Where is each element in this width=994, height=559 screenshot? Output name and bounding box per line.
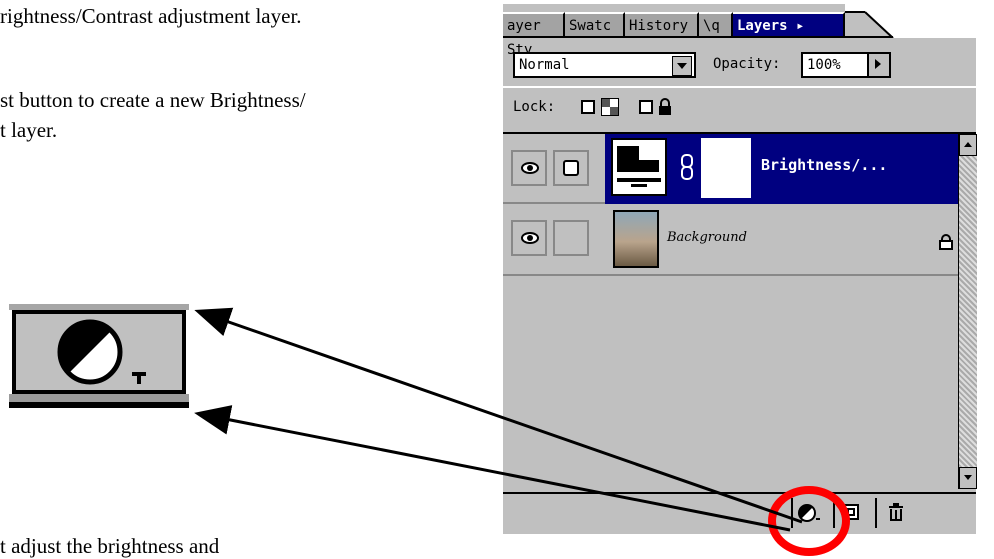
layer-link-slot[interactable] bbox=[553, 220, 589, 256]
doc-text-line-2: st button to create a new Brightness/ bbox=[0, 88, 306, 112]
tab-swatches[interactable]: Swatc bbox=[565, 12, 625, 36]
doc-text-line-1: rightness/Contrast adjustment layer. bbox=[0, 4, 302, 28]
doc-text-line-3: t layer. bbox=[0, 118, 58, 142]
eye-icon bbox=[521, 232, 539, 244]
dropdown-arrow-icon[interactable] bbox=[672, 56, 692, 76]
lock-icon bbox=[939, 234, 953, 250]
link-chain-icon[interactable] bbox=[681, 154, 693, 182]
palette-bottom-bar bbox=[503, 492, 976, 534]
visibility-toggle[interactable] bbox=[511, 220, 547, 256]
lock-transparency-checkbox[interactable] bbox=[581, 100, 595, 114]
lock-icon bbox=[659, 98, 671, 115]
eye-icon bbox=[521, 162, 539, 174]
layer-row-background[interactable]: Background bbox=[503, 204, 958, 276]
tab-layer-style[interactable]: ayer Sty bbox=[503, 12, 565, 58]
opacity-slider-arrow-icon[interactable] bbox=[867, 52, 891, 78]
visibility-toggle[interactable] bbox=[511, 150, 547, 186]
tab-edge-notch bbox=[845, 4, 976, 38]
layers-palette: ayer Sty Swatc History \q Layers ▸ Norma… bbox=[503, 4, 977, 534]
opacity-field[interactable]: 100% bbox=[801, 52, 891, 78]
lock-label: Lock: bbox=[513, 99, 556, 115]
opacity-label: Opacity: bbox=[713, 56, 781, 72]
layers-scrollbar[interactable] bbox=[958, 134, 977, 489]
opacity-value: 100% bbox=[807, 57, 841, 73]
layer-mask-thumbnail bbox=[701, 138, 751, 198]
scroll-up-arrow-icon[interactable] bbox=[959, 134, 977, 156]
layer-name: Background bbox=[667, 230, 747, 245]
highlight-circle bbox=[768, 486, 850, 556]
background-photo-thumbnail bbox=[613, 210, 659, 268]
blend-mode-value: Normal bbox=[519, 57, 570, 73]
lock-pixels-icon bbox=[601, 98, 619, 116]
scroll-down-arrow-icon[interactable] bbox=[959, 467, 977, 489]
zoomed-adjustment-button bbox=[9, 304, 189, 410]
blend-mode-select[interactable]: Normal bbox=[513, 52, 696, 78]
palette-tabs: ayer Sty Swatc History \q Layers ▸ bbox=[503, 4, 976, 58]
trash-icon bbox=[889, 503, 903, 521]
tab-history[interactable]: History bbox=[625, 12, 699, 36]
doc-text-line-4: t adjust the brightness and bbox=[0, 534, 220, 558]
delete-layer-button[interactable] bbox=[875, 498, 915, 528]
tab-layers[interactable]: Layers ▸ bbox=[733, 12, 845, 36]
layers-list: Brightness/... Background bbox=[503, 134, 958, 489]
layer-row-brightness[interactable]: Brightness/... bbox=[503, 134, 958, 204]
layer-name: Brightness/... bbox=[761, 156, 888, 174]
lock-position-checkbox[interactable] bbox=[639, 100, 653, 114]
adjustment-thumbnail bbox=[611, 138, 667, 196]
tab-actions[interactable]: \q bbox=[699, 12, 733, 36]
adjustment-mask-toggle[interactable] bbox=[553, 150, 589, 186]
adjustment-layer-icon bbox=[57, 319, 146, 385]
